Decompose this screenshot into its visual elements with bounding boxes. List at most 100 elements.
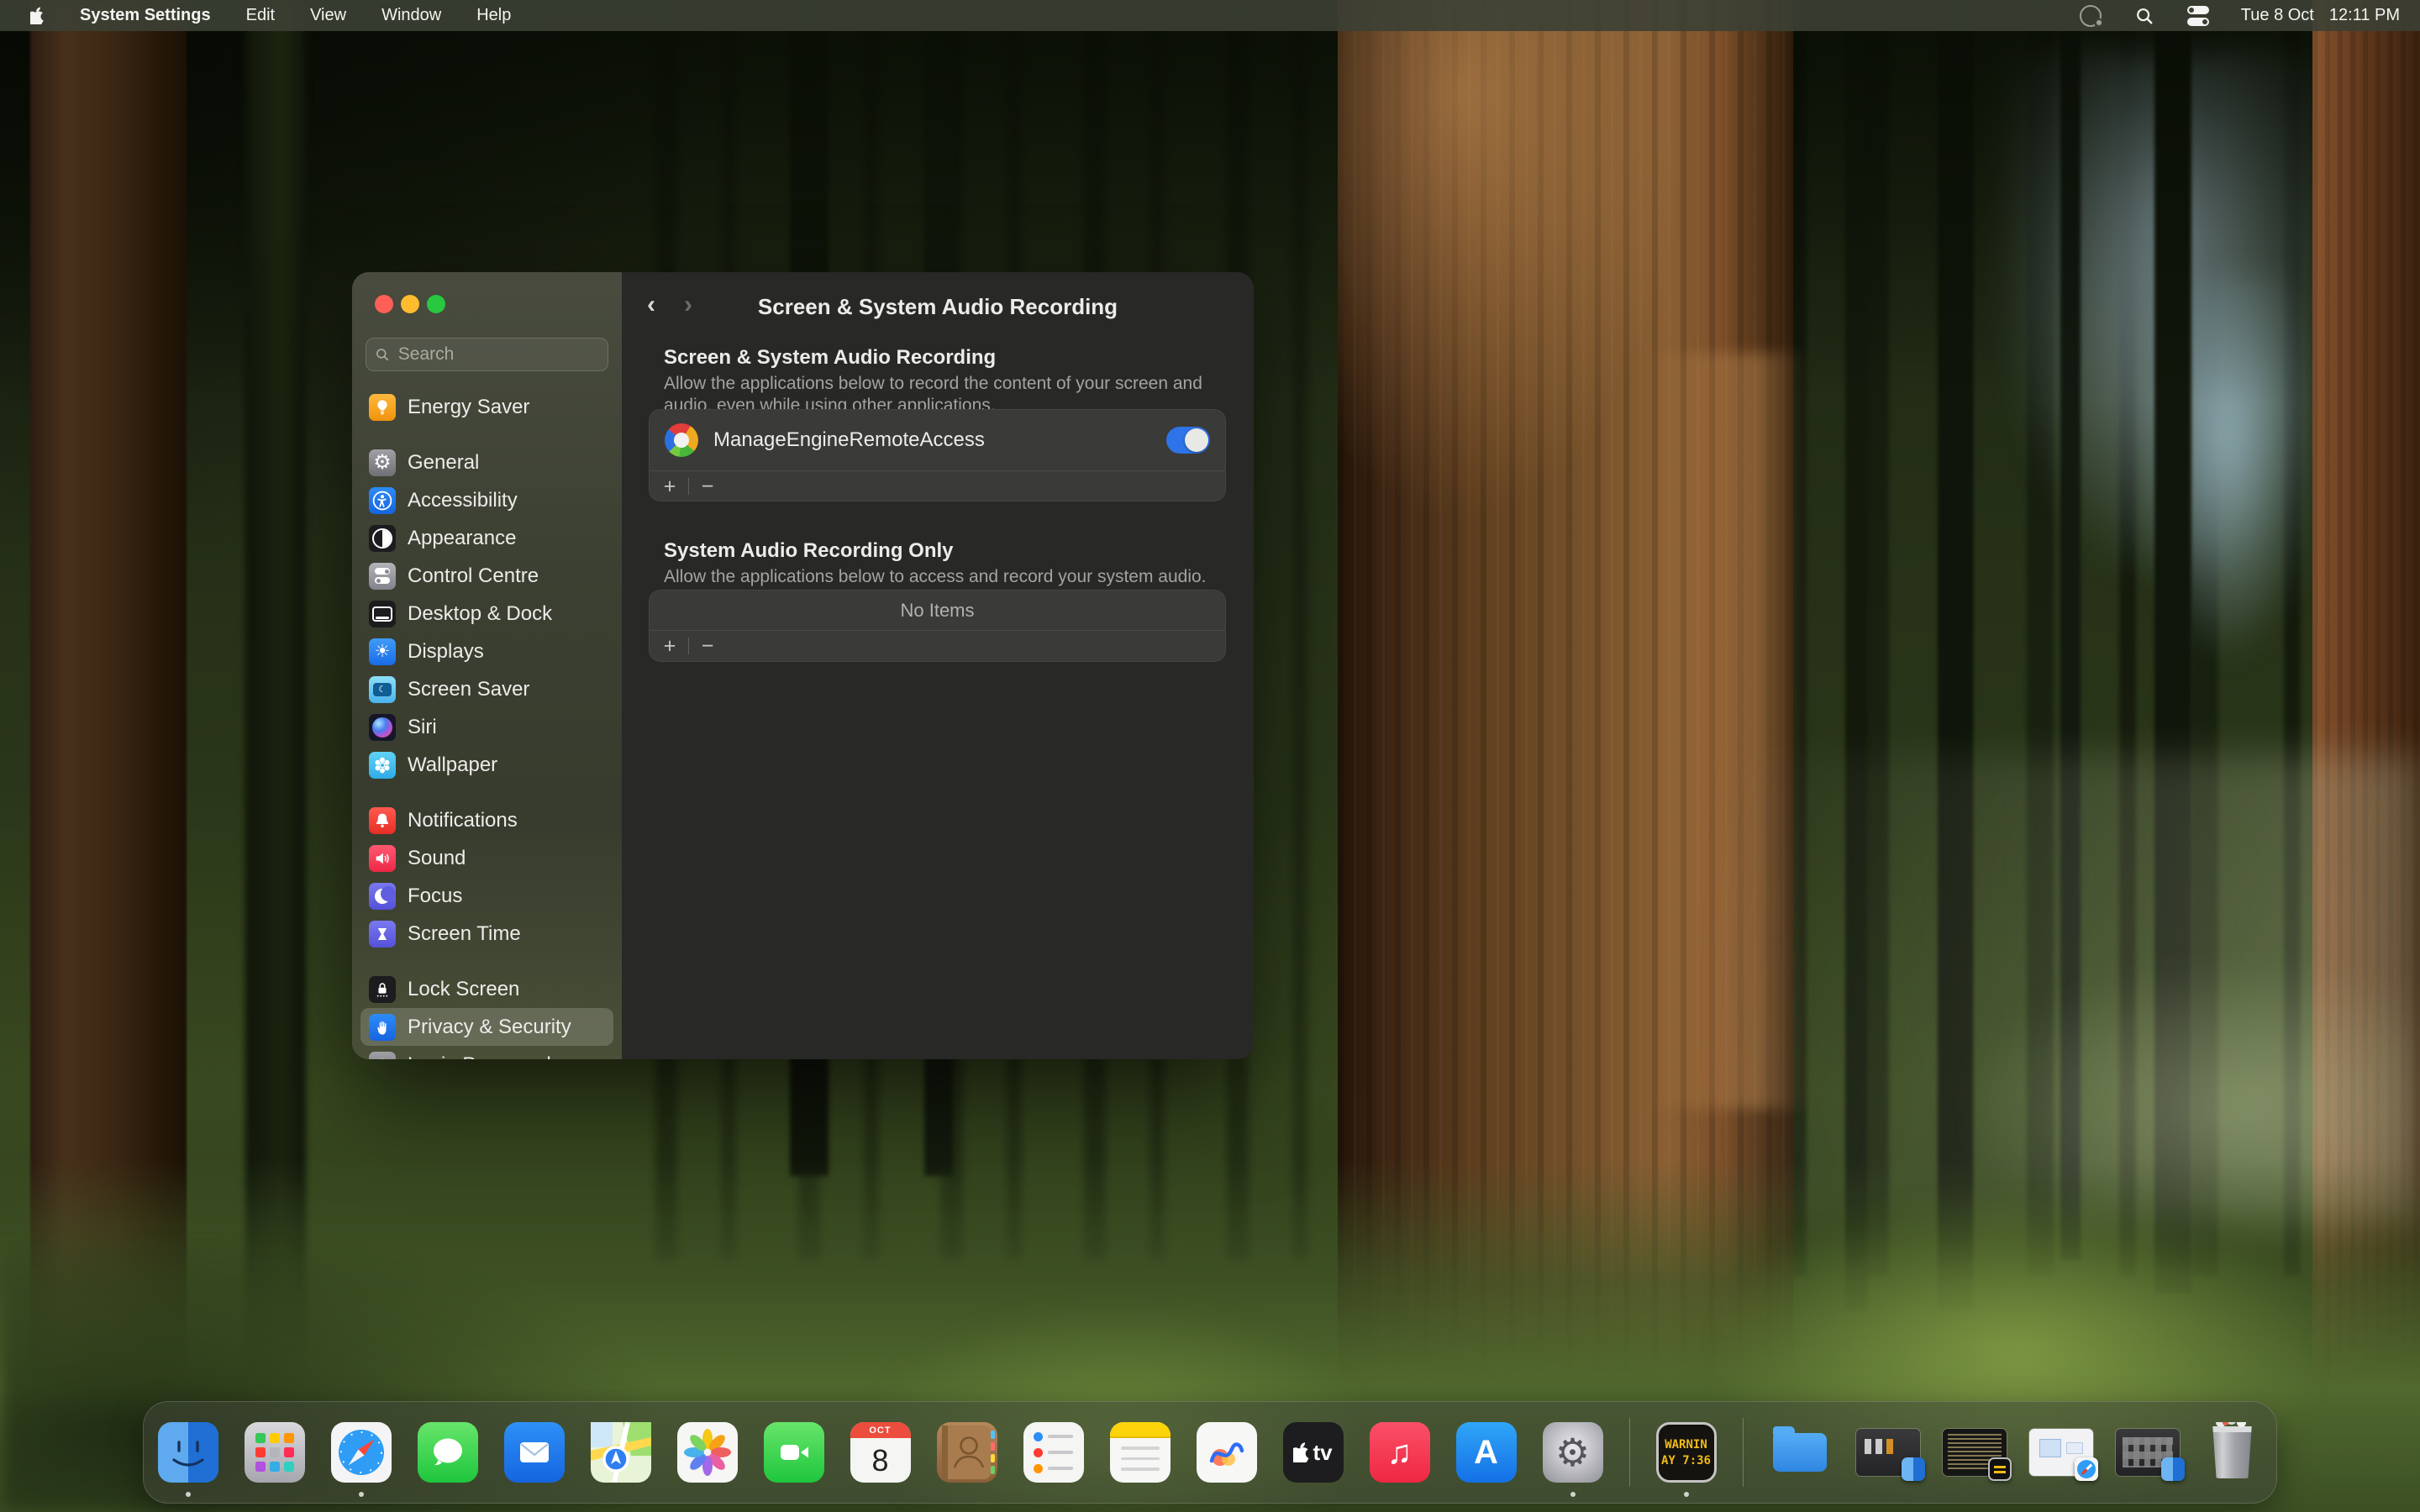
control-centre-icon[interactable] xyxy=(2187,5,2209,27)
sidebar-item-label: Siri xyxy=(408,716,437,739)
calendar-day: 8 xyxy=(850,1438,911,1483)
manageengine-app-icon xyxy=(665,423,698,457)
search-input[interactable] xyxy=(397,344,599,365)
dock-downloads-folder[interactable] xyxy=(1770,1422,1830,1483)
sidebar-item-screen-saver[interactable]: ☾ Screen Saver xyxy=(360,670,613,708)
sidebar-item-login-password[interactable]: Login Password xyxy=(360,1046,613,1059)
dock-calendar[interactable]: OCT 8 xyxy=(850,1422,911,1483)
desktop: System Settings Edit View Window Help Tu… xyxy=(0,0,2420,1512)
dock-minimized-safari-window[interactable] xyxy=(2029,1422,2090,1483)
dock-app-store[interactable]: A xyxy=(1456,1422,1517,1483)
sidebar-item-label: Energy Saver xyxy=(408,396,529,419)
dock-trash[interactable] xyxy=(2202,1422,2263,1483)
remove-app-button[interactable]: − xyxy=(699,631,716,661)
dock-freeform[interactable] xyxy=(1197,1422,1257,1483)
launchpad-icon xyxy=(245,1422,305,1483)
sidebar-item-general[interactable]: ⚙ General xyxy=(360,444,613,481)
hourglass-icon xyxy=(369,921,396,948)
sun-icon: ☀ xyxy=(369,638,396,665)
dock-minimized-finder-window-2[interactable] xyxy=(2116,1422,2176,1483)
dock-status-widget[interactable]: WARNIN AY 7:36 xyxy=(1656,1422,1717,1483)
dock-safari[interactable] xyxy=(331,1422,392,1483)
audio-recording-app-list: No Items + − xyxy=(649,590,1226,662)
app-store-glyph: A xyxy=(1474,1434,1498,1472)
dock-maps[interactable] xyxy=(591,1422,651,1483)
add-app-button[interactable]: + xyxy=(661,631,678,661)
section-title-audio-only: System Audio Recording Only xyxy=(664,539,954,563)
mail-icon xyxy=(504,1422,565,1483)
sidebar-item-sound[interactable]: Sound xyxy=(360,839,613,877)
sidebar-item-accessibility[interactable]: Accessibility xyxy=(360,481,613,519)
dock-minimized-finder-window[interactable] xyxy=(1856,1422,1917,1483)
app-store-icon: A xyxy=(1456,1422,1517,1483)
dock-photos[interactable] xyxy=(677,1422,738,1483)
sidebar-item-label: Accessibility xyxy=(408,489,518,512)
sidebar-item-notifications[interactable]: Notifications xyxy=(360,801,613,839)
remove-app-button[interactable]: − xyxy=(699,471,716,501)
freeform-icon xyxy=(1197,1422,1257,1483)
sidebar-item-label: Appearance xyxy=(408,527,516,550)
sidebar-item-label: Displays xyxy=(408,640,484,664)
dock-separator xyxy=(1743,1418,1744,1487)
dock-mail[interactable] xyxy=(504,1422,565,1483)
appearance-icon xyxy=(369,525,396,552)
sidebar-item-siri[interactable]: Siri xyxy=(360,708,613,746)
menu-clock[interactable]: Tue 8 Oct 12:11 PM xyxy=(2241,6,2400,25)
sidebar-item-displays[interactable]: ☀ Displays xyxy=(360,633,613,670)
dock-apple-tv[interactable]: tv xyxy=(1283,1422,1344,1483)
hand-icon xyxy=(369,1014,396,1041)
finder-badge-icon xyxy=(2161,1457,2185,1481)
menu-window[interactable]: Window xyxy=(381,6,441,25)
bell-icon xyxy=(369,807,396,834)
menu-edit[interactable]: Edit xyxy=(246,6,275,25)
music-icon: ♫ xyxy=(1370,1422,1430,1483)
minimized-window-thumbnail xyxy=(1856,1429,1920,1476)
sidebar-item-label: Privacy & Security xyxy=(408,1016,571,1039)
add-app-button[interactable]: + xyxy=(661,471,678,501)
dock-minimized-terminal-window[interactable] xyxy=(1943,1422,2003,1483)
empty-list-label: No Items xyxy=(650,591,1225,630)
dock-launchpad[interactable] xyxy=(245,1422,305,1483)
sidebar-item-privacy-security[interactable]: Privacy & Security xyxy=(360,1008,613,1046)
section-title-screen-recording: Screen & System Audio Recording xyxy=(664,346,996,370)
spotlight-search-icon[interactable] xyxy=(2133,5,2155,27)
minimized-window-thumbnail xyxy=(1943,1429,2007,1476)
dock-contacts[interactable] xyxy=(937,1422,997,1483)
minimized-window-thumbnail xyxy=(2116,1429,2180,1476)
dock-finder[interactable] xyxy=(158,1422,218,1483)
sidebar-item-energy-saver[interactable]: Energy Saver xyxy=(360,388,613,426)
zoom-button[interactable] xyxy=(427,295,445,313)
apple-menu[interactable] xyxy=(30,7,45,24)
sidebar-item-wallpaper[interactable]: Wallpaper xyxy=(360,746,613,784)
sidebar-item-label: Desktop & Dock xyxy=(408,602,552,626)
dock-reminders[interactable] xyxy=(1023,1422,1084,1483)
dock-messages[interactable] xyxy=(418,1422,478,1483)
close-button[interactable] xyxy=(375,295,393,313)
gear-glyph: ⚙ xyxy=(1555,1430,1590,1475)
remote-session-icon[interactable] xyxy=(2080,5,2102,27)
dock-facetime[interactable] xyxy=(764,1422,824,1483)
menu-view[interactable]: View xyxy=(310,6,346,25)
dock-notes[interactable] xyxy=(1110,1422,1171,1483)
dock-music[interactable]: ♫ xyxy=(1370,1422,1430,1483)
menu-app-name[interactable]: System Settings xyxy=(80,6,211,25)
sidebar-item-appearance[interactable]: Appearance xyxy=(360,519,613,557)
sidebar-item-focus[interactable]: Focus xyxy=(360,877,613,915)
apple-tv-icon: tv xyxy=(1283,1422,1344,1483)
lock-icon xyxy=(369,976,396,1003)
sidebar-search-field[interactable] xyxy=(366,338,608,371)
minimize-button[interactable] xyxy=(401,295,419,313)
manageengine-toggle[interactable] xyxy=(1166,427,1210,454)
sidebar-item-screen-time[interactable]: Screen Time xyxy=(360,915,613,953)
sidebar-item-label: General xyxy=(408,451,479,475)
sidebar-item-desktop-dock[interactable]: Desktop & Dock xyxy=(360,595,613,633)
sidebar-item-label: Notifications xyxy=(408,809,518,832)
sidebar-item-lock-screen[interactable]: Lock Screen xyxy=(360,970,613,1008)
menu-help[interactable]: Help xyxy=(476,6,511,25)
dock-system-settings[interactable]: ⚙ xyxy=(1543,1422,1603,1483)
sidebar-item-control-centre[interactable]: Control Centre xyxy=(360,557,613,595)
apple-logo-icon xyxy=(30,7,45,24)
app-row-manageengine: ManageEngineRemoteAccess xyxy=(650,410,1225,470)
screen-saver-icon: ☾ xyxy=(369,676,396,703)
page-title: Screen & System Audio Recording xyxy=(622,294,1254,320)
